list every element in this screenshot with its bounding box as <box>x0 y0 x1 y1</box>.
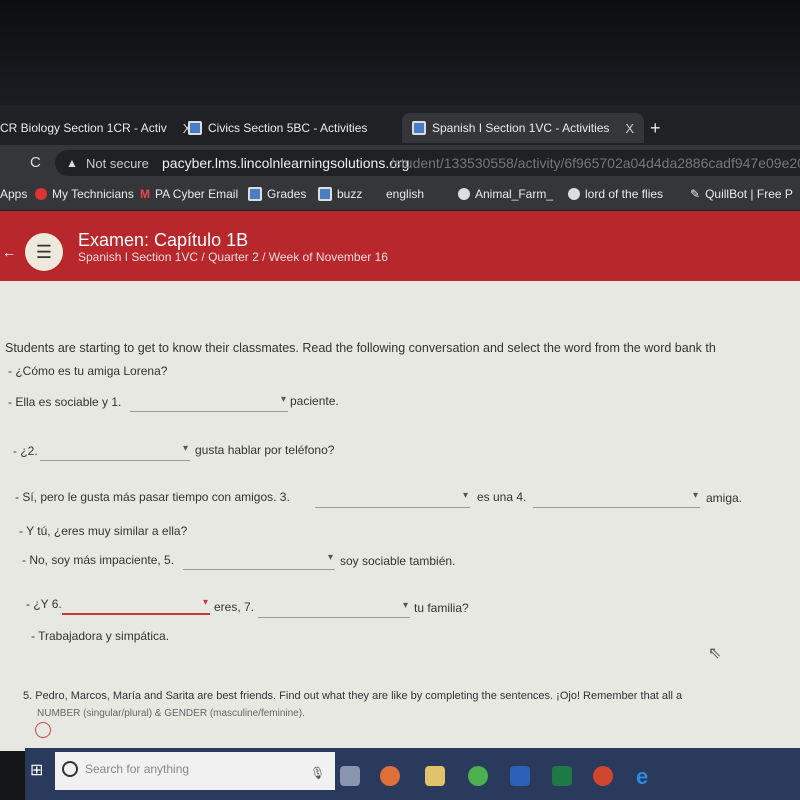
conversation-line: - Y tú, ¿eres muy similar a ella? <box>19 524 188 538</box>
url-host: pacyber.lms.lincolnlearningsolutions.org <box>162 155 410 171</box>
word-icon[interactable] <box>510 766 530 786</box>
checklist-icon: ☰ <box>25 233 63 271</box>
dropdown-2[interactable] <box>40 443 190 461</box>
bookmark-buzz[interactable]: buzz <box>318 187 362 201</box>
bookmark-apps[interactable]: Apps <box>0 187 27 201</box>
bookmark-label: Animal_Farm_ <box>475 187 554 201</box>
security-status[interactable]: Not secure <box>86 156 149 171</box>
conversation-line: es una 4. <box>477 490 527 504</box>
microphone-icon[interactable]: 🎙 <box>310 766 325 780</box>
globe-icon <box>458 188 470 200</box>
screen-bezel <box>0 0 800 105</box>
windows-start-icon[interactable]: ⊞ <box>30 760 43 780</box>
firefox-icon[interactable] <box>380 766 400 786</box>
timer-icon <box>35 722 51 738</box>
tab-label: Spanish I Section 1VC - Activities <box>432 121 610 135</box>
bookmark-icon <box>35 188 47 200</box>
task-view-icon[interactable] <box>340 766 360 786</box>
mouse-cursor-icon: ⇖ <box>708 645 722 662</box>
bookmark-my-technicians[interactable]: My Technicians <box>35 187 134 201</box>
conversation-line: tu familia? <box>414 601 469 615</box>
conversation-line: paciente. <box>290 394 339 408</box>
dropdown-5[interactable] <box>183 552 335 570</box>
back-arrow-icon[interactable]: ← <box>2 244 16 260</box>
site-favicon-icon <box>188 121 202 135</box>
bookmark-grades[interactable]: Grades <box>248 187 306 201</box>
conversation-line: amiga. <box>706 491 743 505</box>
powerpoint-icon[interactable] <box>593 766 613 786</box>
bookmark-english[interactable]: english <box>386 187 424 201</box>
bookmark-icon <box>248 187 262 201</box>
question-5-prompt: 5. Pedro, Marcos, María and Sarita are b… <box>23 690 683 702</box>
dropdown-1[interactable] <box>130 394 288 412</box>
bookmark-icon <box>318 187 332 201</box>
dropdown-3[interactable] <box>315 490 470 508</box>
conversation-line: - ¿Y 6. <box>26 597 62 611</box>
quill-icon: ✎ <box>690 187 701 201</box>
bookmark-label: PA Cyber Email <box>155 187 239 201</box>
tab-civics[interactable]: Civics Section 5BC - ActivitiesX <box>188 113 410 143</box>
bookmark-quillbot[interactable]: ✎ QuillBot | Free P <box>690 187 793 201</box>
edge-icon[interactable]: e <box>636 764 648 790</box>
question-4-prompt: Students are starting to get to know the… <box>5 341 716 355</box>
tab-label: Civics Section 5BC - Activities <box>208 121 368 135</box>
taskbar-search-input[interactable]: Search for anything <box>55 752 335 790</box>
bookmark-label: My Technicians <box>52 187 134 201</box>
site-favicon-icon <box>412 121 426 135</box>
file-explorer-icon[interactable] <box>425 766 445 786</box>
dropdown-4[interactable] <box>533 490 700 508</box>
bookmarks-bar: Apps My Technicians M PA Cyber Email Grad… <box>0 179 800 211</box>
bookmark-label: Apps <box>0 187 28 201</box>
globe-icon <box>568 188 580 200</box>
gmail-icon: M <box>140 187 150 201</box>
tab-strip: CR Biology Section 1CR - ActivX Civics S… <box>0 105 800 145</box>
breadcrumb[interactable]: Spanish I Section 1VC / Quarter 2 / Week… <box>78 250 388 264</box>
bookmark-label: QuillBot | Free P <box>705 187 793 201</box>
conversation-line: - Trabajadora y simpática. <box>31 629 170 643</box>
new-tab-button[interactable]: + <box>650 113 661 143</box>
bookmark-pa-cyber-email[interactable]: M PA Cyber Email <box>140 187 238 201</box>
chrome-icon[interactable] <box>468 766 488 786</box>
warning-icon: ▲ <box>66 156 78 170</box>
bookmark-label: Grades <box>267 187 307 201</box>
tab-spanish[interactable]: Spanish I Section 1VC - Activities X <box>402 113 645 143</box>
bookmark-animal-farm[interactable]: Animal_Farm_ <box>458 187 553 201</box>
conversation-line: - Sí, pero le gusta más pasar tiempo con… <box>15 490 290 504</box>
bookmark-lord-of-the-flies[interactable]: lord of the flies <box>568 187 663 201</box>
reload-icon[interactable]: C <box>30 154 41 171</box>
conversation-line: - Ella es sociable y 1. <box>8 395 122 409</box>
conversation-line: gusta hablar por teléfono? <box>195 443 335 457</box>
dropdown-6[interactable] <box>62 597 210 615</box>
conversation-line: - No, soy más impaciente, 5. <box>22 553 175 567</box>
conversation-line: soy sociable también. <box>340 554 456 568</box>
bookmark-label: english <box>386 187 425 201</box>
bookmark-label: buzz <box>337 187 363 201</box>
tab-biology[interactable]: CR Biology Section 1CR - ActivX <box>0 113 191 143</box>
url-path: /student/133530558/activity/6f965702a04d… <box>390 155 800 171</box>
cortana-icon[interactable] <box>62 761 78 777</box>
dropdown-7[interactable] <box>258 600 410 618</box>
conversation-line: - ¿2. <box>13 444 38 458</box>
bookmark-label: lord of the flies <box>585 187 664 201</box>
close-icon[interactable]: X <box>625 121 634 136</box>
conversation-line: - ¿Cómo es tu amiga Lorena? <box>8 364 168 378</box>
page-title: Examen: Capítulo 1B <box>78 230 249 250</box>
tab-label: CR Biology Section 1CR - Activ <box>0 121 167 135</box>
excel-icon[interactable] <box>552 766 572 786</box>
question-5-prompt-cont: NUMBER (singular/plural) & GENDER (mascu… <box>37 708 305 719</box>
conversation-line: eres, 7. <box>214 600 255 614</box>
